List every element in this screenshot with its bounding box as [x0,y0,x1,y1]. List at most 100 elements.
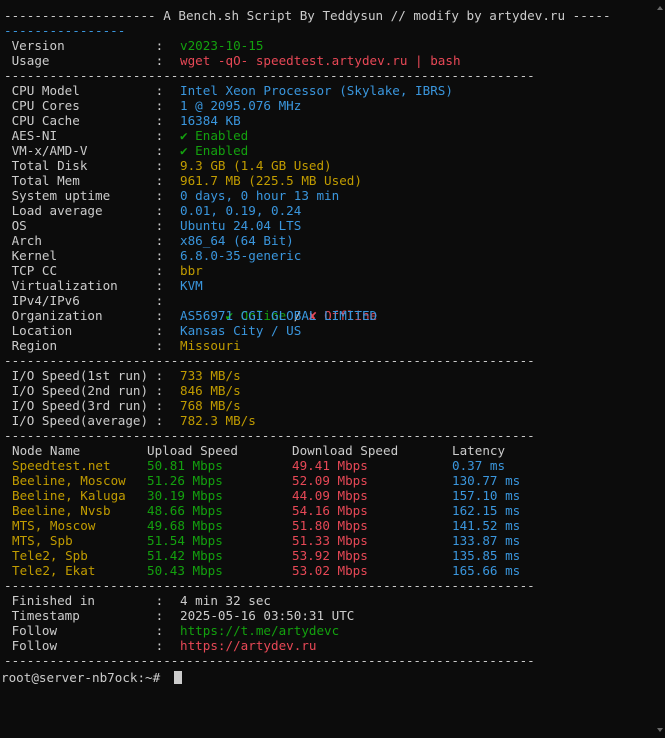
footer-row: Follow : https://t.me/artydevc [4,623,654,638]
io-row: I/O Speed(3rd run) : 768 MB/s [4,398,654,413]
speedtest-upload-cell: 48.66 Mbps [147,503,223,518]
speedtest-upload-cell: 50.81 Mbps [147,458,223,473]
speedtest-download-cell: 53.92 Mbps [292,548,368,563]
io-value: 782.3 MB/s [180,413,256,428]
footer-label: Timestamp : [4,608,171,623]
system-value: KVM [180,278,203,293]
scroll-up-arrow-icon[interactable] [657,6,663,10]
footer-row: Timestamp : 2025-05-16 03:50:31 UTC [4,608,654,623]
io-label: I/O Speed(3rd run) : [4,398,171,413]
system-row: Arch : x86_64 (64 Bit) [4,233,654,248]
speedtest-node-cell: Tele2, Ekat [12,563,96,578]
system-value: Intel Xeon Processor (Skylake, IBRS) [180,83,453,98]
col-latency: Latency [452,443,506,458]
location-value: Kansas City / US [180,323,302,338]
footer-row: Follow : https://artydev.ru [4,638,654,653]
system-row: TCP CC : bbr [4,263,654,278]
header-label: Version : [4,38,171,53]
io-value: 846 MB/s [180,383,241,398]
system-value: 961.7 MB (225.5 MB Used) [180,173,362,188]
io-label: I/O Speed(1st run) : [4,368,171,383]
ipv-label: IPv4/IPv6 : [4,293,171,308]
system-row: CPU Model : Intel Xeon Processor (Skylak… [4,83,654,98]
speedtest-row: Beeline, Kaluga 30.19 Mbps 44.09 Mbps 157.1… [4,488,654,503]
speedtest-download-cell: 53.02 Mbps [292,563,368,578]
location-block: Organization : AS56971 CGI GLOBAL LIMITE… [4,308,654,353]
speedtest-download-cell: 52.09 Mbps [292,473,368,488]
header-value: v2023-10-15 [180,38,264,53]
speedtest-node-cell: Beeline, Moscow [12,473,126,488]
system-label: Virtualization : [4,278,171,293]
system-value: 1 @ 2095.076 MHz [180,98,302,113]
io-row: I/O Speed(1st run) : 733 MB/s [4,368,654,383]
system-label: System uptime : [4,188,171,203]
system-row: CPU Cache : 16384 KB [4,113,654,128]
io-speed-block: I/O Speed(1st run) : 733 MB/s I/O Speed(… [4,368,654,428]
io-value: 733 MB/s [180,368,241,383]
shell-prompt: root@server-nb7ock:~# [1,670,168,685]
footer-row: Finished in : 4 min 32 sec [4,593,654,608]
speedtest-upload-cell: 51.54 Mbps [147,533,223,548]
speedtest-row: Beeline, Nvsb 48.66 Mbps 54.16 Mbps 162.15 … [4,503,654,518]
footer-value: 2025-05-16 03:50:31 UTC [180,608,355,623]
system-row: Total Disk : 9.3 GB (1.4 GB Used) [4,158,654,173]
system-value: 6.8.0-35-generic [180,248,302,263]
speedtest-latency-cell: 141.52 ms [452,518,521,533]
scrollbar[interactable] [655,0,665,738]
system-label: CPU Cache : [4,113,171,128]
system-label: CPU Model : [4,83,171,98]
ipv-row: IPv4/IPv6 : ✔ Online / ✘ Offline [4,293,654,323]
footer-value: https://t.me/artydevc [180,623,340,638]
system-label: TCP CC : [4,263,171,278]
speedtest-latency-cell: 157.10 ms [452,488,521,503]
speedtest-table: Speedtest.net 50.81 Mbps 49.41 Mbps 0.37 ms… [4,458,654,578]
speedtest-download-cell: 51.80 Mbps [292,518,368,533]
system-row: OS : Ubuntu 24.04 LTS [4,218,654,233]
shell-prompt-row[interactable]: root@server-nb7ock:~# [1,670,654,685]
speedtest-row: Tele2, Ekat 50.43 Mbps 53.02 Mbps 165.66 ms [4,563,654,578]
system-label: Kernel : [4,248,171,263]
footer-label: Finished in : [4,593,171,608]
scroll-down-arrow-icon[interactable] [657,728,663,732]
speedtest-node-cell: Speedtest.net [12,458,111,473]
location-row: Organization : AS56971 CGI GLOBAL LIMITE… [4,308,654,323]
location-label: Organization : [4,308,171,323]
location-row: Location : Kansas City / US [4,323,654,338]
system-value: 0.01, 0.19, 0.24 [180,203,302,218]
system-value: 16384 KB [180,113,241,128]
system-value: 0 days, 0 hour 13 min [180,188,340,203]
location-label: Location : [4,323,171,338]
io-row: I/O Speed(2nd run) : 846 MB/s [4,383,654,398]
speedtest-download-cell: 54.16 Mbps [292,503,368,518]
speedtest-upload-cell: 50.43 Mbps [147,563,223,578]
system-value: Ubuntu 24.04 LTS [180,218,302,233]
system-label: OS : [4,218,171,233]
col-upload-speed: Upload Speed [147,443,238,458]
speedtest-node-cell: MTS, Spb [12,533,73,548]
io-label: I/O Speed(2nd run) : [4,383,171,398]
footer-value: 4 min 32 sec [180,593,271,608]
col-download-speed: Download Speed [292,443,399,458]
system-row: Virtualization : KVM [4,278,654,293]
banner-line: -------------------- A Bench.sh Script B… [4,8,611,23]
system-label: Arch : [4,233,171,248]
separator: ----------------------------------------… [4,578,535,593]
speedtest-latency-cell: 162.15 ms [452,503,521,518]
location-value: AS56971 CGI GLOBAL LIMITED [180,308,378,323]
system-label: Total Disk : [4,158,171,173]
location-value: Missouri [180,338,241,353]
system-row: Total Mem : 961.7 MB (225.5 MB Used) [4,173,654,188]
separator: ----------------------------------------… [4,653,535,668]
separator: ----------------------------------------… [4,428,535,443]
text-cursor [173,671,182,684]
system-value: 9.3 GB (1.4 GB Used) [180,158,332,173]
speedtest-latency-cell: 133.87 ms [452,533,521,548]
io-label: I/O Speed(average) : [4,413,171,428]
system-row: AES-NI : ✔ Enabled [4,128,654,143]
footer-label: Follow : [4,623,171,638]
system-row: CPU Cores : 1 @ 2095.076 MHz [4,98,654,113]
terminal-output[interactable]: -------------------- A Bench.sh Script B… [1,8,654,685]
location-row: Region : Missouri [4,338,654,353]
system-row: Kernel : 6.8.0-35-generic [4,248,654,263]
system-label: Load average : [4,203,171,218]
